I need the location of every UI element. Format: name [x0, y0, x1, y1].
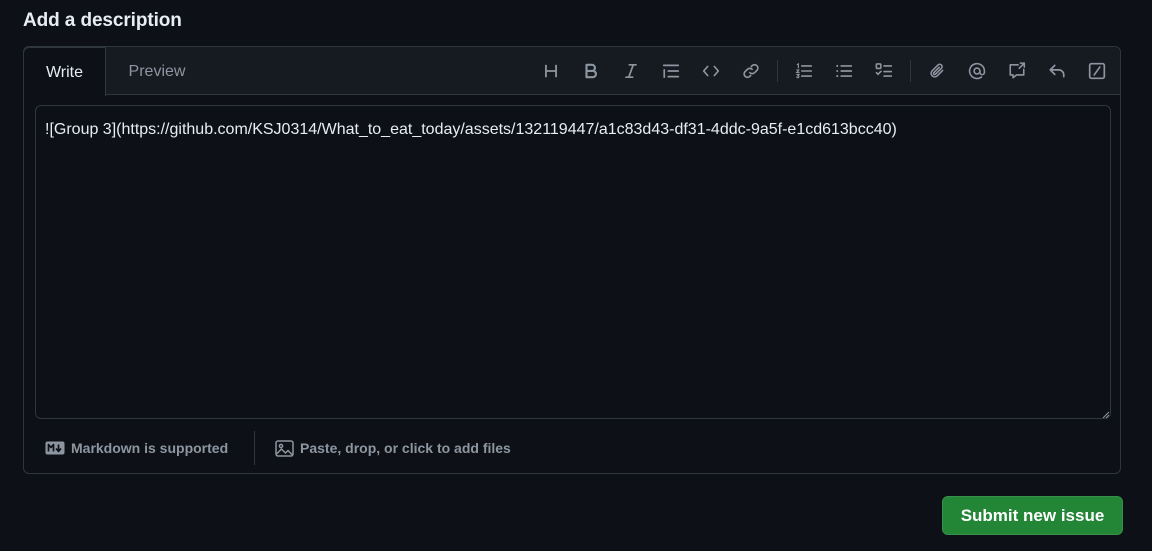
editor-footer: Markdown is supported Paste, drop, or cl… [24, 429, 1120, 467]
markdown-icon [45, 441, 65, 455]
resize-handle-icon[interactable] [1102, 411, 1110, 419]
tab-preview[interactable]: Preview [110, 47, 204, 95]
toolbar-divider [777, 60, 778, 82]
heading-icon[interactable] [537, 57, 565, 85]
image-icon [275, 439, 294, 457]
add-files-label: Paste, drop, or click to add files [300, 440, 511, 456]
attach-icon[interactable] [923, 57, 951, 85]
markdown-label: Markdown is supported [71, 440, 229, 456]
link-icon[interactable] [737, 57, 765, 85]
toolbar-divider [910, 60, 911, 82]
italic-icon[interactable] [617, 57, 645, 85]
section-title: Add a description [23, 10, 182, 31]
footer-divider [254, 431, 255, 465]
unordered-list-icon[interactable] [830, 57, 858, 85]
reference-icon[interactable] [1003, 57, 1031, 85]
markdown-supported-link[interactable]: Markdown is supported [45, 429, 228, 467]
ordered-list-icon[interactable] [790, 57, 818, 85]
task-list-icon[interactable] [870, 57, 898, 85]
bold-icon[interactable] [577, 57, 605, 85]
slash-command-icon[interactable] [1083, 57, 1111, 85]
tab-write[interactable]: Write [23, 47, 106, 96]
mention-icon[interactable] [963, 57, 991, 85]
reply-icon[interactable] [1043, 57, 1071, 85]
add-files-button[interactable]: Paste, drop, or click to add files [275, 429, 511, 467]
markdown-toolbar [537, 57, 1111, 85]
description-textarea[interactable]: ![Group 3](https://github.com/KSJ0314/Wh… [35, 105, 1111, 419]
code-icon[interactable] [697, 57, 725, 85]
submit-new-issue-button[interactable]: Submit new issue [942, 496, 1123, 535]
editor-header: Write Preview [23, 47, 1120, 96]
quote-icon[interactable] [657, 57, 685, 85]
comment-editor: Write Preview ![Group 3](https://github.… [23, 46, 1121, 474]
